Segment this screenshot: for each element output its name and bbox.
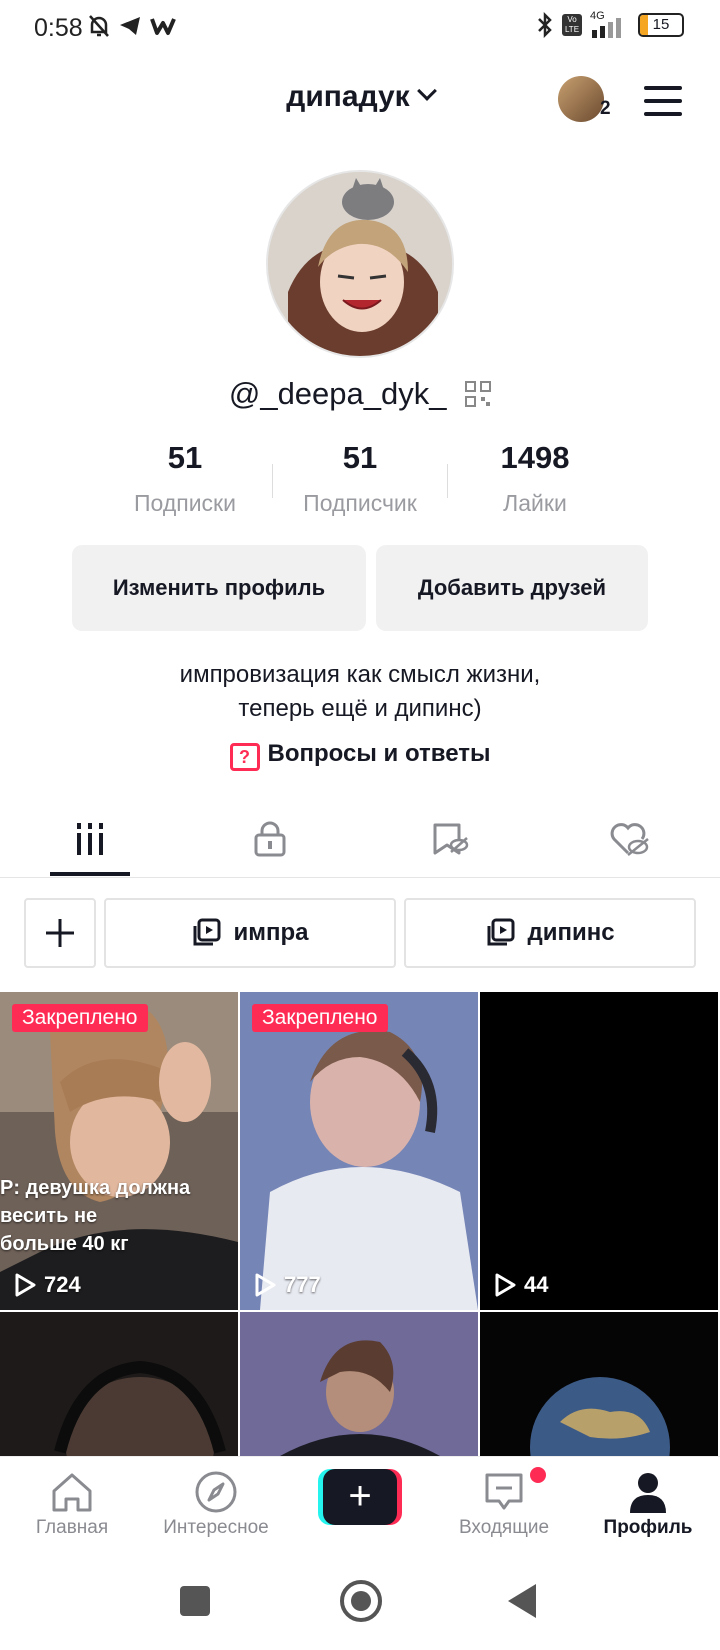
nav-discover-label: Интересное bbox=[163, 1517, 269, 1538]
view-count: 44 bbox=[494, 1272, 548, 1298]
profile-bio: импровизация как смысл жизни, теперь ещё… bbox=[0, 658, 720, 726]
add-friends-button[interactable]: Добавить друзей bbox=[376, 545, 648, 631]
inbox-icon bbox=[485, 1473, 523, 1510]
private-lock-icon bbox=[254, 821, 286, 857]
stat-followers[interactable]: 51 Подписчик bbox=[270, 440, 450, 517]
active-tab-indicator bbox=[50, 872, 130, 876]
tab-favorites[interactable] bbox=[360, 800, 540, 878]
nav-inbox-label: Входящие bbox=[458, 1517, 550, 1538]
volte-icon: Vo LTE bbox=[562, 14, 582, 36]
stat-likes[interactable]: 1498 Лайки bbox=[445, 440, 625, 517]
playlist-label: дипинс bbox=[527, 919, 615, 946]
play-icon bbox=[15, 1273, 36, 1297]
play-icon bbox=[255, 1273, 276, 1297]
add-playlist-button[interactable] bbox=[24, 898, 96, 968]
bio-line: теперь ещё и дипинс) bbox=[238, 695, 482, 722]
account-count-badge: 2 bbox=[600, 98, 611, 119]
pinned-badge: Закреплено bbox=[12, 1004, 148, 1032]
nav-home[interactable]: Главная bbox=[2, 1467, 142, 1539]
playlist-icon bbox=[193, 918, 221, 946]
qa-label: Вопросы и ответы bbox=[267, 740, 491, 767]
edit-profile-button[interactable]: Изменить профиль bbox=[72, 545, 366, 631]
video-thumbnail[interactable] bbox=[0, 1312, 238, 1456]
view-count: 777 bbox=[254, 1272, 321, 1298]
video-thumbnail[interactable]: 44 bbox=[480, 992, 718, 1310]
compass-icon bbox=[195, 1471, 237, 1513]
recent-apps-button[interactable] bbox=[180, 1586, 210, 1616]
account-avatar[interactable] bbox=[558, 76, 604, 122]
plus-icon bbox=[46, 919, 74, 947]
favorites-icon bbox=[433, 823, 469, 855]
qa-link[interactable]: ? Вопросы и ответы bbox=[0, 740, 720, 771]
videos-grid-icon bbox=[77, 823, 103, 855]
plus-icon: + bbox=[323, 1469, 397, 1525]
username: @_deepa_dyk_ bbox=[0, 376, 720, 412]
tab-liked[interactable] bbox=[540, 800, 720, 878]
profile-avatar[interactable] bbox=[266, 170, 454, 358]
liked-hidden-icon bbox=[610, 823, 649, 856]
pinned-badge: Закреплено bbox=[252, 1004, 388, 1032]
w-app-icon bbox=[150, 18, 176, 35]
stat-following[interactable]: 51 Подписки bbox=[95, 440, 275, 517]
username-text: @_deepa_dyk_ bbox=[228, 376, 447, 411]
likes-label: Лайки bbox=[503, 490, 567, 516]
profile-display-name: дипадук bbox=[286, 80, 410, 113]
video-thumbnail[interactable] bbox=[240, 1312, 478, 1456]
following-count: 51 bbox=[167, 440, 203, 475]
play-icon bbox=[495, 1273, 516, 1297]
nav-home-label: Главная bbox=[35, 1517, 109, 1538]
followers-count: 51 bbox=[342, 440, 378, 475]
likes-count: 1498 bbox=[500, 440, 570, 475]
profile-tabs bbox=[0, 800, 720, 878]
playlist-icon bbox=[487, 918, 515, 946]
nav-discover[interactable]: Интересное bbox=[146, 1467, 286, 1539]
playlist-label: импра bbox=[233, 919, 309, 946]
video-caption: P: девушка должна весить не больше 40 кг bbox=[0, 1177, 191, 1255]
qr-code-icon[interactable] bbox=[465, 381, 492, 407]
profile-icon bbox=[630, 1473, 666, 1513]
nav-inbox[interactable]: Входящие bbox=[434, 1467, 574, 1539]
bottom-navigation: Главная Интересное + Входящие Профиль bbox=[0, 1456, 720, 1556]
video-thumbnail[interactable]: Закреплено 777 bbox=[240, 992, 478, 1310]
nav-profile[interactable]: Профиль bbox=[578, 1467, 718, 1539]
nav-profile-label: Профиль bbox=[603, 1517, 693, 1538]
status-time: 0:58 bbox=[34, 14, 83, 42]
playlist-impra[interactable]: импра bbox=[104, 898, 396, 968]
following-label: Подписки bbox=[134, 490, 236, 516]
create-button[interactable]: + bbox=[318, 1469, 402, 1525]
followers-label: Подписчик bbox=[303, 490, 417, 516]
chevron-down-icon bbox=[416, 81, 437, 101]
tab-videos[interactable] bbox=[0, 800, 180, 878]
back-button[interactable] bbox=[508, 1584, 536, 1618]
bio-line: импровизация как смысл жизни, bbox=[179, 661, 541, 688]
home-button[interactable] bbox=[340, 1580, 382, 1622]
video-thumbnail[interactable]: Закреплено P: девушка должна весить не б… bbox=[0, 992, 238, 1310]
video-thumbnail[interactable] bbox=[480, 1312, 718, 1456]
status-bar: 0:58 Vo LTE 4G 15 bbox=[0, 0, 720, 56]
view-count: 724 bbox=[14, 1272, 81, 1298]
signal-icon: 4G bbox=[590, 10, 630, 38]
playlist-dipins[interactable]: дипинс bbox=[404, 898, 696, 968]
profile-stats: 51 Подписки 51 Подписчик 1498 Лайки bbox=[0, 440, 720, 520]
menu-icon[interactable] bbox=[644, 86, 682, 116]
home-icon bbox=[52, 1473, 92, 1512]
bluetooth-icon bbox=[538, 12, 552, 38]
telegram-icon bbox=[120, 17, 140, 35]
bell-muted-icon bbox=[89, 15, 109, 37]
account-switcher[interactable]: дипадук bbox=[0, 80, 720, 114]
tab-private[interactable] bbox=[180, 800, 360, 878]
notification-dot bbox=[530, 1467, 546, 1483]
question-icon: ? bbox=[229, 743, 260, 771]
system-navigation bbox=[0, 1556, 720, 1650]
battery-icon: 15 bbox=[638, 13, 684, 37]
